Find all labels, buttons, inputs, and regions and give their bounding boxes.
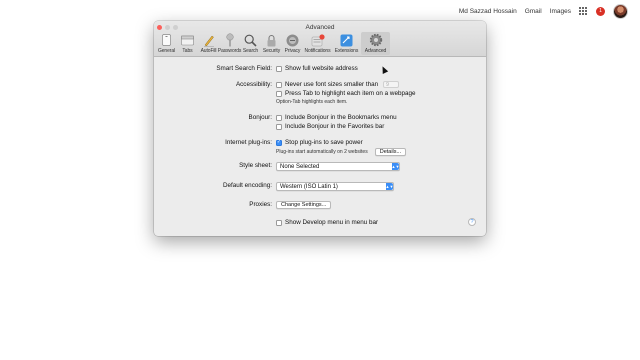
search-icon	[243, 33, 258, 47]
autofill-icon	[201, 33, 216, 47]
min-font-size-label: Never use font sizes smaller than	[285, 81, 379, 88]
tab-highlight-label: Press Tab to highlight each item on a we…	[285, 90, 416, 97]
change-proxy-settings-button[interactable]: Change Settings...	[276, 201, 332, 209]
tab-highlight-checkbox[interactable]	[276, 90, 282, 97]
images-link[interactable]: Images	[550, 8, 571, 15]
tabs-icon	[180, 33, 195, 47]
stop-plugins-checkbox[interactable]: ✓	[276, 139, 282, 146]
select-arrows-icon: ▲▼	[391, 163, 400, 170]
preferences-window: Advanced General Tabs AutoFill Passwords…	[154, 21, 486, 236]
plugins-note: Plug-ins start automatically on 2 websit…	[276, 149, 368, 155]
general-icon	[159, 33, 174, 47]
proxies-label: Proxies:	[249, 201, 272, 208]
bonjour-favorites-label: Include Bonjour in the Favorites bar	[285, 123, 385, 130]
accessibility-label: Accessibility:	[235, 81, 272, 88]
show-full-address-checkbox[interactable]	[276, 65, 282, 72]
bonjour-favorites-checkbox[interactable]	[276, 123, 282, 130]
google-top-bar: Md Sazzad Hossain Gmail Images 1	[459, 3, 628, 19]
show-develop-menu-label: Show Develop menu in menu bar	[285, 219, 379, 226]
gear-icon	[368, 33, 383, 47]
select-arrows-icon: ▲▼	[385, 183, 394, 190]
stop-plugins-label: Stop plug-ins to save power	[285, 139, 363, 146]
tab-search[interactable]: Search	[240, 32, 261, 55]
tab-extensions[interactable]: Extensions	[332, 32, 361, 55]
user-name-link[interactable]: Md Sazzad Hossain	[459, 8, 517, 15]
plugins-label: Internet plug-ins:	[225, 139, 272, 146]
help-button[interactable]: ?	[468, 218, 476, 226]
notifications-icon	[310, 33, 325, 47]
window-title: Advanced	[305, 24, 335, 31]
tab-highlight-note: Option-Tab highlights each item.	[276, 99, 348, 105]
style-sheet-select[interactable]: None Selected ▲▼	[276, 162, 400, 171]
tab-tabs[interactable]: Tabs	[177, 32, 198, 55]
preferences-toolbar: General Tabs AutoFill Passwords Search S…	[156, 32, 390, 55]
plugins-details-button[interactable]: Details...	[374, 148, 407, 156]
tab-advanced[interactable]: Advanced	[361, 32, 390, 55]
encoding-label: Default encoding:	[222, 182, 272, 189]
show-full-address-label: Show full website address	[285, 65, 358, 72]
extensions-icon	[339, 33, 354, 47]
bonjour-bookmarks-label: Include Bonjour in the Bookmarks menu	[285, 114, 397, 121]
privacy-icon	[285, 33, 300, 47]
avatar[interactable]	[613, 3, 628, 19]
lock-icon	[264, 33, 279, 47]
min-font-size-select[interactable]: 9	[383, 81, 400, 88]
key-icon	[222, 33, 237, 47]
show-develop-menu-checkbox[interactable]	[276, 219, 282, 226]
tab-autofill[interactable]: AutoFill	[198, 32, 219, 55]
tab-notifications[interactable]: Notifications	[303, 32, 332, 55]
bonjour-bookmarks-checkbox[interactable]	[276, 114, 282, 121]
tab-privacy[interactable]: Privacy	[282, 32, 303, 55]
style-sheet-label: Style sheet:	[239, 162, 272, 169]
notification-badge[interactable]: 1	[596, 6, 605, 16]
bonjour-label: Bonjour:	[248, 114, 272, 121]
advanced-settings-pane: Smart Search Field: Show full website ad…	[154, 57, 486, 236]
min-font-size-checkbox[interactable]	[276, 81, 282, 88]
smart-search-label: Smart Search Field:	[216, 65, 272, 72]
encoding-select[interactable]: Western (ISO Latin 1) ▲▼	[276, 182, 394, 191]
window-titlebar: Advanced General Tabs AutoFill Passwords…	[154, 21, 486, 57]
gmail-link[interactable]: Gmail	[525, 8, 542, 15]
tab-general[interactable]: General	[156, 32, 177, 55]
apps-grid-icon[interactable]	[579, 6, 588, 16]
tab-security[interactable]: Security	[261, 32, 282, 55]
tab-passwords[interactable]: Passwords	[218, 32, 241, 55]
